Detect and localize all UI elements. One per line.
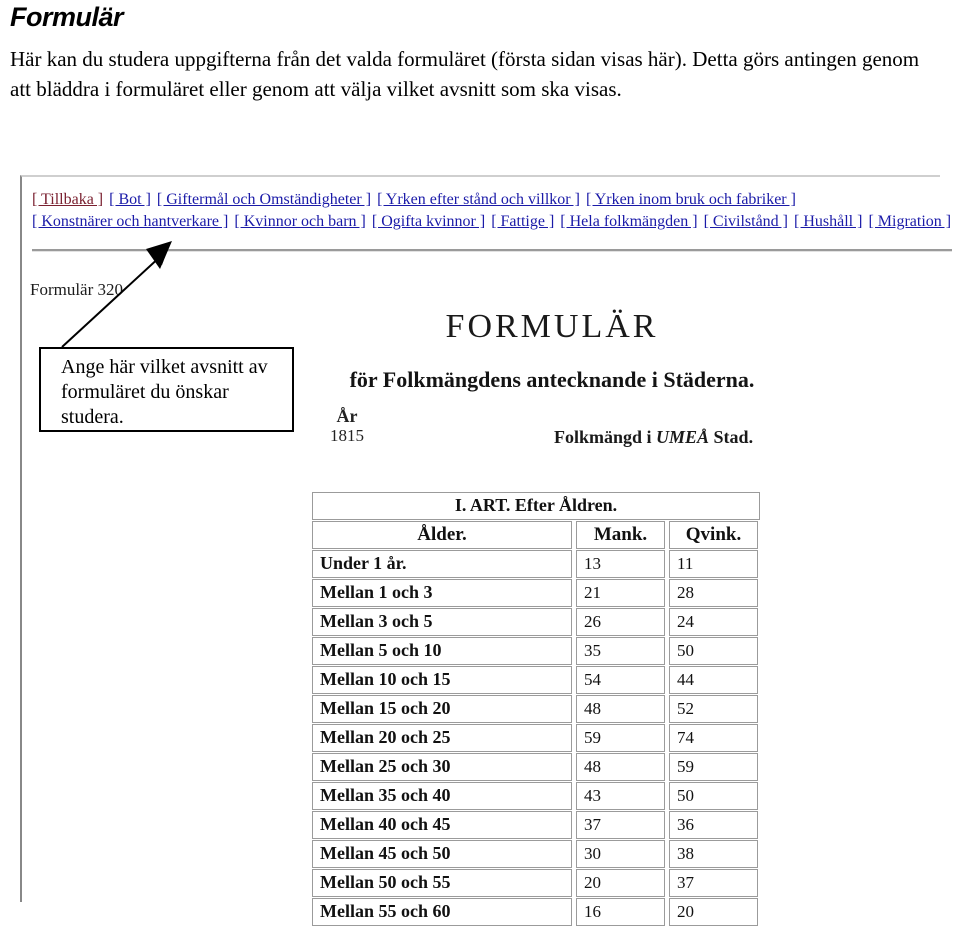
screenshot-content: [ Tillbaka ] [ Bot ] [ Giftermål och Oms… [22,177,952,926]
table-cell-mank: 20 [576,869,665,897]
scan-meta-row: År 1815 Folkmängd i UMEÅ Stad. [272,407,832,459]
table-cell-mank: 21 [576,579,665,607]
table-cell-qvink: 44 [669,666,758,694]
nav-link-civilstand[interactable]: [ Civilstånd ] [704,213,788,230]
table-cell-qvink: 59 [669,753,758,781]
table-cell-age-label: Mellan 50 och 55 [312,869,572,897]
nav-link-yrken-efter-stand-och-villkor[interactable]: [ Yrken efter stånd och villkor ] [377,191,580,208]
table-header-row: Ålder. Mank. Qvink. [312,521,760,549]
nav-link-kvinnor-och-barn[interactable]: [ Kvinnor och barn ] [234,213,366,230]
table-cell-mank: 37 [576,811,665,839]
table-row: Mellan 40 och 45 37 36 [312,811,760,839]
nav-link-hushall[interactable]: [ Hushåll ] [794,213,862,230]
table-row: Mellan 55 och 60 16 20 [312,898,760,926]
table-cell-qvink: 74 [669,724,758,752]
table-cell-qvink: 36 [669,811,758,839]
table-cell-qvink: 11 [669,550,758,578]
table-cell-mank: 30 [576,840,665,868]
table-header-qvink: Qvink. [669,521,758,549]
horizontal-divider [32,249,952,252]
table-cell-qvink: 20 [669,898,758,926]
nav-link-konstnarer-och-hantverkare[interactable]: [ Konstnärer och hantverkare ] [32,213,228,230]
table-row: Mellan 50 och 55 20 37 [312,869,760,897]
table-cell-age-label: Mellan 3 och 5 [312,608,572,636]
scan-sub-title: för Folkmängdens antecknande i Städerna. [349,367,755,392]
nav-link-yrken-inom-bruk-och-fabriker[interactable]: [ Yrken inom bruk och fabriker ] [586,191,796,208]
table-row: Mellan 25 och 30 48 59 [312,753,760,781]
nav-link-giftermal-och-omstandigheter[interactable]: [ Giftermål och Omständigheter ] [157,191,371,208]
table-cell-age-label: Mellan 1 och 3 [312,579,572,607]
scan-place-prefix: Folkmängd i [554,427,657,447]
table-cell-qvink: 52 [669,695,758,723]
table-cell-mank: 16 [576,898,665,926]
scan-place-label: Folkmängd i UMEÅ Stad. [554,427,753,448]
table-cell-age-label: Mellan 20 och 25 [312,724,572,752]
scan-place-city: UMEÅ [656,427,710,447]
nav-link-hela-folkmangden[interactable]: [ Hela folkmängden ] [560,213,697,230]
table-cell-age-label: Mellan 45 och 50 [312,840,572,868]
table-cell-qvink: 50 [669,637,758,665]
table-row: Mellan 45 och 50 30 38 [312,840,760,868]
table-header-mank: Mank. [576,521,665,549]
table-cell-mank: 48 [576,753,665,781]
table-row: Mellan 15 och 20 48 52 [312,695,760,723]
table-body: Under 1 år. 13 11 Mellan 1 och 3 21 28 Mellan … [312,550,760,926]
table-cell-age-label: Mellan 25 och 30 [312,753,572,781]
table-cell-mank: 35 [576,637,665,665]
table-row: Mellan 35 och 40 43 50 [312,782,760,810]
scan-year-block: År 1815 [330,407,364,446]
scan-data-table: I. ART. Efter Åldren. Ålder. Mank. Qvink… [312,492,760,927]
page-title: Formulär [10,2,124,32]
nav-link-ogifta-kvinnor[interactable]: [ Ogifta kvinnor ] [372,213,485,230]
nav-link-fattige[interactable]: [ Fattige ] [491,213,554,230]
table-row: Mellan 10 och 15 54 44 [312,666,760,694]
table-cell-age-label: Under 1 år. [312,550,572,578]
table-cell-qvink: 37 [669,869,758,897]
table-cell-mank: 59 [576,724,665,752]
table-cell-age-label: Mellan 10 och 15 [312,666,572,694]
table-cell-age-label: Mellan 35 och 40 [312,782,572,810]
nav-link-tillbaka[interactable]: [ Tillbaka ] [32,191,103,208]
scan-year-value: 1815 [330,426,364,445]
page-description: Här kan du studera uppgifterna från det … [10,47,920,101]
table-row: Mellan 5 och 10 35 50 [312,637,760,665]
table-cell-mank: 54 [576,666,665,694]
annotation-callout-text: Ange här vilket avsnitt av formuläret du… [61,356,268,428]
form-number-label: Formulär 320 [30,280,124,299]
table-cell-qvink: 28 [669,579,758,607]
table-cell-age-label: Mellan 5 och 10 [312,637,572,665]
table-cell-age-label: Mellan 55 och 60 [312,898,572,926]
table-cell-qvink: 50 [669,782,758,810]
table-cell-mank: 43 [576,782,665,810]
table-row: Mellan 1 och 3 21 28 [312,579,760,607]
table-row: Mellan 3 och 5 26 24 [312,608,760,636]
table-header-alder: Ålder. [312,521,572,549]
scan-place-suffix: Stad. [709,427,754,447]
annotation-callout-box: Ange här vilket avsnitt av formuläret du… [39,347,294,432]
table-row: Mellan 20 och 25 59 74 [312,724,760,752]
table-cell-mank: 48 [576,695,665,723]
scan-year-label: År [336,406,358,426]
table-cell-mank: 13 [576,550,665,578]
table-cell-age-label: Mellan 15 och 20 [312,695,572,723]
table-cell-age-label: Mellan 40 och 45 [312,811,572,839]
table-row: Under 1 år. 13 11 [312,550,760,578]
table-cell-mank: 26 [576,608,665,636]
table-cell-qvink: 38 [669,840,758,868]
scan-main-title: FORMULÄR [445,308,659,345]
table-caption-row: I. ART. Efter Åldren. [312,492,760,520]
section-navigation-bar: [ Tillbaka ] [ Bot ] [ Giftermål och Oms… [32,189,951,233]
nav-row-2: [ Konstnärer och hantverkare ] [ Kvinnor… [32,211,951,233]
table-caption: I. ART. Efter Åldren. [312,492,760,520]
nav-row-1: [ Tillbaka ] [ Bot ] [ Giftermål och Oms… [32,189,932,211]
nav-link-bot[interactable]: [ Bot ] [109,191,151,208]
nav-link-migration[interactable]: [ Migration ] [868,213,951,230]
scanned-form-header: FORMULÄR för Folkmängdens antecknande i … [272,307,832,459]
table-cell-qvink: 24 [669,608,758,636]
screenshot-frame: [ Tillbaka ] [ Bot ] [ Giftermål och Oms… [20,175,952,926]
